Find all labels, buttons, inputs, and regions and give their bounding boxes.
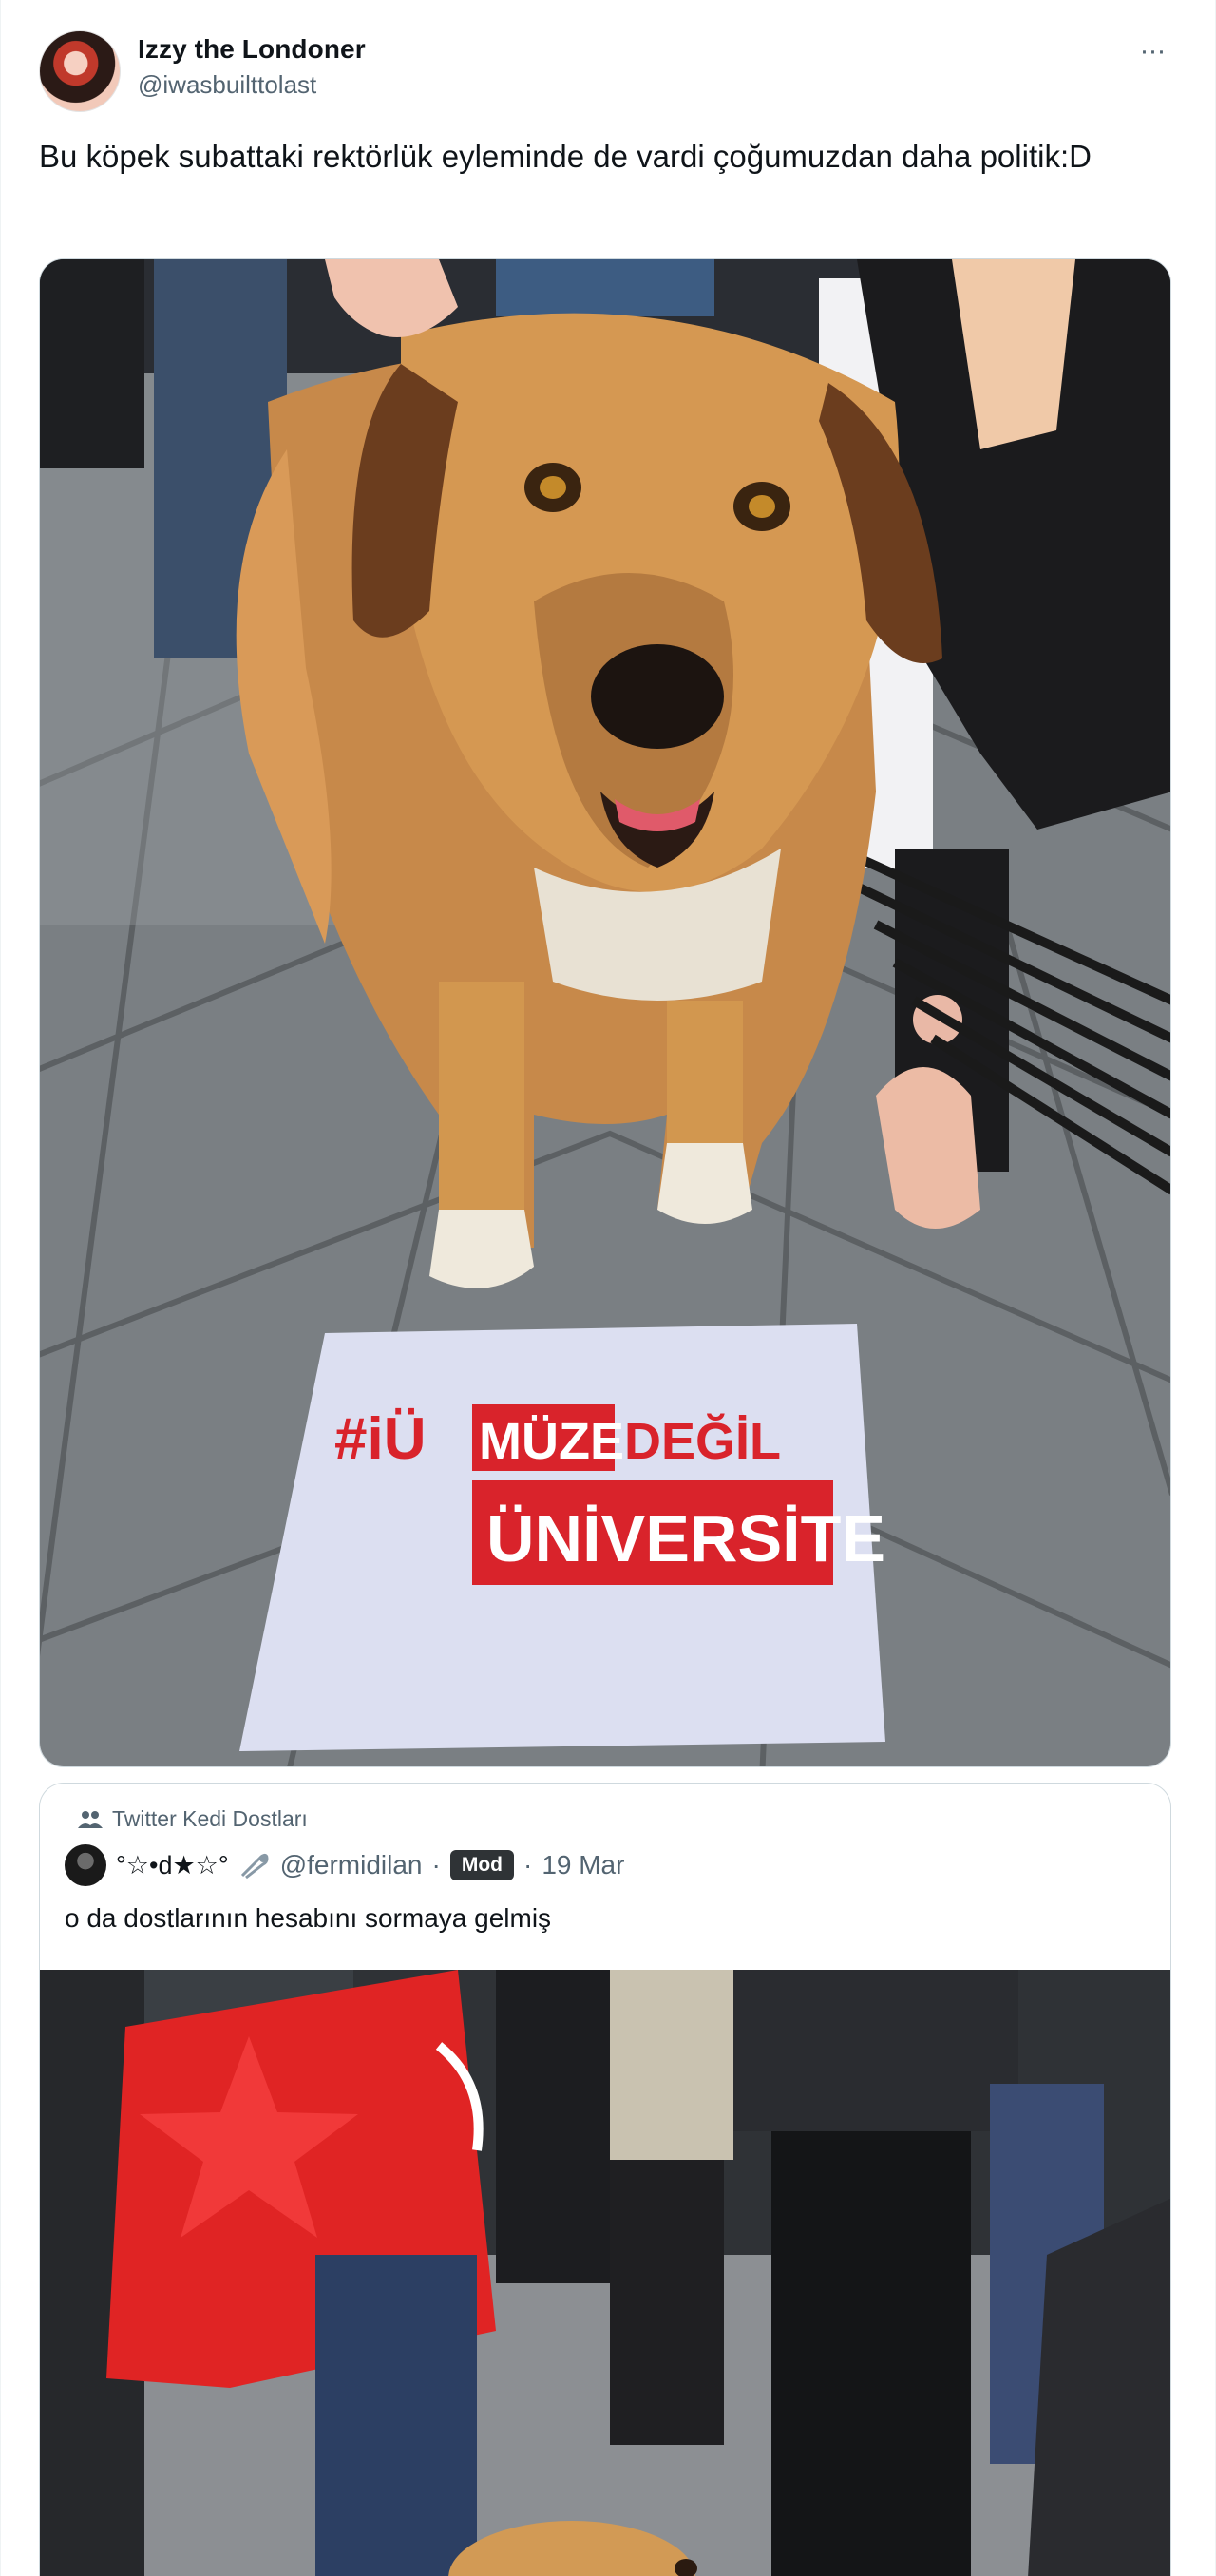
mod-badge: Mod	[449, 1850, 514, 1880]
author-display-name[interactable]: Izzy the Londoner	[138, 34, 366, 65]
quoted-author-avatar[interactable]	[65, 1844, 106, 1886]
quoted-author-row: °☆•d★☆° @fermidilan · Mod · 19 Mar	[65, 1844, 624, 1886]
quoted-tweet-date[interactable]: 19 Mar	[542, 1850, 624, 1880]
community-name: Twitter Kedi Dostları	[112, 1806, 308, 1831]
more-options-button[interactable]: ···	[1126, 32, 1179, 70]
tweet-text: Bu köpek subattaki rektörlük eyleminde d…	[39, 139, 1092, 174]
community-icon	[78, 1810, 103, 1828]
safety-pin-icon	[240, 1853, 269, 1880]
tweet-photo[interactable]: #iÜ MÜZE DEĞİL ÜNİVERSİTE	[39, 258, 1171, 1767]
quoted-author-handle[interactable]: @fermidilan	[280, 1850, 423, 1880]
quoted-author-name[interactable]: °☆•d★☆°	[116, 1851, 229, 1880]
tweet-header: Izzy the Londoner @iwasbuilttolast ···	[39, 27, 1179, 112]
dog-photo-image: #iÜ MÜZE DEĞİL ÜNİVERSİTE	[40, 259, 1170, 1766]
community-label[interactable]: Twitter Kedi Dostları	[78, 1806, 308, 1832]
tweet-container: Izzy the Londoner @iwasbuilttolast ··· B…	[0, 0, 1216, 2576]
separator-dot: ·	[431, 1850, 441, 1880]
quoted-tweet-text: o da dostlarının hesabını sormaya gelmiş	[65, 1903, 552, 1933]
separator-dot: ·	[522, 1850, 533, 1880]
sign-word-degil: DEĞİL	[624, 1413, 781, 1470]
sign-word-muze: MÜZE	[479, 1413, 624, 1470]
author-avatar[interactable]	[39, 30, 121, 112]
crowd-photo-image	[40, 1970, 1170, 2576]
quoted-tweet[interactable]: Twitter Kedi Dostları °☆•d★☆° @fermidila…	[39, 1783, 1171, 2576]
more-dots-icon: ···	[1139, 35, 1167, 67]
sign-hashtag-text: #iÜ	[334, 1406, 426, 1472]
quoted-tweet-photo[interactable]	[40, 1970, 1170, 2576]
author-handle[interactable]: @iwasbuilttolast	[138, 70, 316, 100]
sign-word-universite: ÜNİVERSİTE	[486, 1501, 885, 1575]
